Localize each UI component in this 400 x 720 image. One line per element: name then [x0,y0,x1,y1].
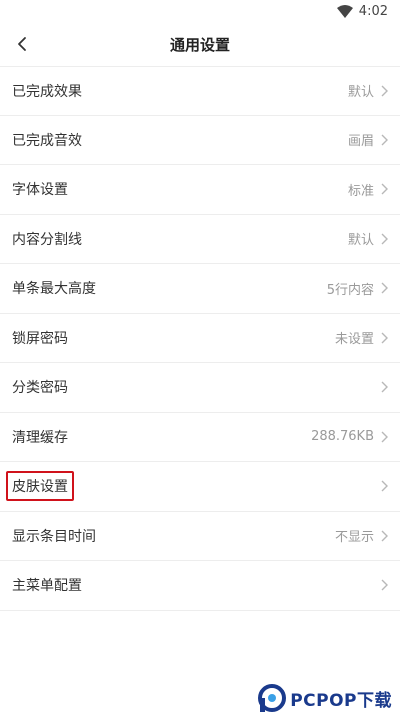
chevron-right-icon [381,381,388,393]
setting-value: 默认 [347,85,374,101]
setting-value: 不显示 [334,530,374,546]
setting-row-main-menu[interactable]: 主菜单配置 [0,561,400,611]
settings-screen: 4:02 通用设置 已完成效果 默认 已完成音效 画眉 字体设置 标准 内容分割… [0,0,400,720]
chevron-right-icon [381,332,388,344]
app-header: 通用设置 [0,22,400,66]
setting-row-lock-password[interactable]: 锁屏密码 未设置 [0,314,400,363]
setting-row-font[interactable]: 字体设置 标准 [0,165,400,215]
setting-value: 未设置 [334,332,374,348]
setting-row-max-height[interactable]: 单条最大高度 5行内容 [0,264,400,314]
setting-row-skin[interactable]: 皮肤设置 [0,462,400,512]
watermark: PCPOP下载 [258,684,392,712]
setting-value: 默认 [347,233,374,249]
setting-row-category-password[interactable]: 分类密码 [0,363,400,413]
chevron-right-icon [381,431,388,443]
status-time: 4:02 [358,3,388,19]
settings-list: 已完成效果 默认 已完成音效 画眉 字体设置 标准 内容分割线 默认 单条最大高… [0,66,400,611]
setting-value: 标准 [347,183,374,199]
setting-label: 内容分割线 [12,231,82,248]
setting-label: 字体设置 [12,182,68,199]
setting-row-completed-sound[interactable]: 已完成音效 画眉 [0,116,400,165]
setting-label: 分类密码 [12,380,68,397]
back-button[interactable] [6,28,38,60]
wifi-icon [336,4,353,18]
setting-label: 主菜单配置 [12,578,82,595]
setting-label: 皮肤设置 [12,479,68,496]
setting-label: 显示条目时间 [12,528,96,545]
chevron-right-icon [381,233,388,245]
setting-value: 5行内容 [326,282,374,298]
chevron-right-icon [381,579,388,591]
setting-label: 已完成音效 [12,132,82,149]
setting-label: 清理缓存 [12,429,68,446]
setting-row-show-time[interactable]: 显示条目时间 不显示 [0,512,400,561]
pcpop-logo-icon [258,684,287,712]
setting-label: 锁屏密码 [12,330,68,347]
chevron-right-icon [381,282,388,294]
setting-value: 288.76KB [311,429,374,445]
setting-label: 已完成效果 [12,83,82,100]
watermark-text: PCPOP下载 [290,690,392,711]
chevron-left-icon [18,37,26,51]
chevron-right-icon [381,480,388,492]
setting-label: 单条最大高度 [12,281,96,298]
status-bar: 4:02 [0,0,400,22]
setting-value: 画眉 [347,134,374,150]
chevron-right-icon [381,530,388,542]
setting-row-divider[interactable]: 内容分割线 默认 [0,215,400,264]
setting-row-clear-cache[interactable]: 清理缓存 288.76KB [0,413,400,462]
chevron-right-icon [381,134,388,146]
page-title: 通用设置 [169,35,230,54]
chevron-right-icon [381,183,388,195]
chevron-right-icon [381,85,388,97]
setting-row-completed-effect[interactable]: 已完成效果 默认 [0,66,400,116]
